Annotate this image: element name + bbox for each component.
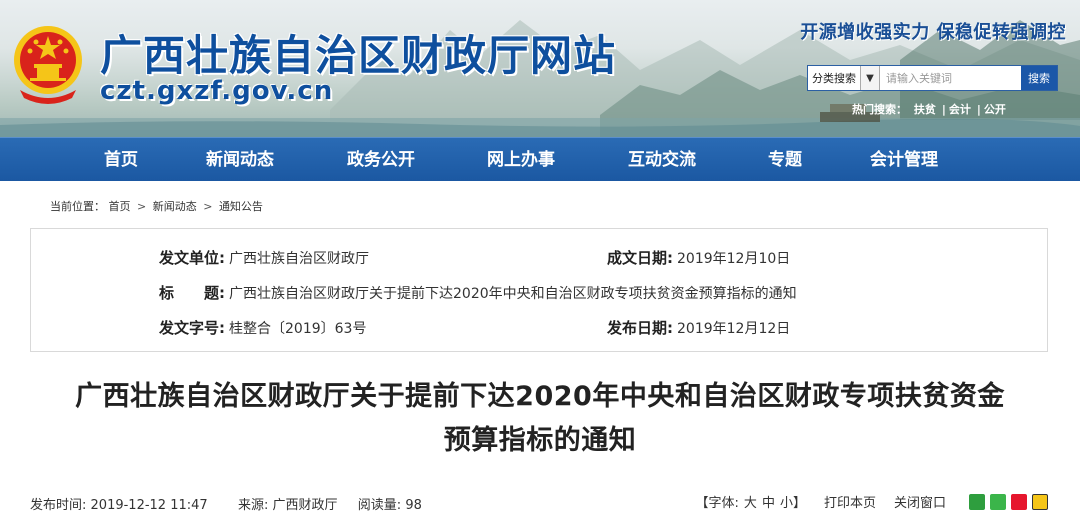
main-nav: 首页 新闻动态 政务公开 网上办事 互动交流 专题 会计管理 xyxy=(0,137,1080,181)
created-date-value: 2019年12月10日 xyxy=(677,251,791,267)
article-title-line: 预算指标的通知 xyxy=(443,425,637,456)
source-value: 广西财政厅 xyxy=(272,498,338,513)
title-value: 广西壮族自治区财政厅关于提前下达2020年中央和自治区财政专项扶贫资金预算指标的… xyxy=(229,286,797,302)
nav-item-news[interactable]: 新闻动态 xyxy=(206,138,274,182)
created-date-row: 成文日期: 2019年12月10日 xyxy=(607,247,790,268)
breadcrumb-separator: > xyxy=(137,200,147,213)
doc-number-value: 桂整合〔2019〕63号 xyxy=(229,321,367,337)
article-title-line: 广西壮族自治区财政厅关于提前下达2020年中央和自治区财政专项扶贫资金 xyxy=(75,381,1005,412)
weibo-icon[interactable] xyxy=(1011,493,1027,510)
search-box: 分类搜索 ▼ 搜索 xyxy=(807,65,1058,91)
published-date-row: 发布日期: 2019年12月12日 xyxy=(607,317,790,338)
share-icons xyxy=(964,493,1048,510)
chevron-down-icon[interactable]: ▼ xyxy=(860,66,880,90)
national-emblem-icon xyxy=(14,26,82,104)
breadcrumb: 当前位置： 首页 > 新闻动态 > 通知公告 xyxy=(50,198,263,214)
print-button[interactable]: 打印本页 xyxy=(824,492,876,511)
site-domain: czt.gxzf.gov.cn xyxy=(100,76,334,106)
nav-item-government-affairs[interactable]: 政务公开 xyxy=(347,138,415,182)
divider: | xyxy=(976,103,981,116)
article-tools: 【字体: 大 中 小】 打印本页 关闭窗口 xyxy=(696,492,1048,511)
nav-item-interaction[interactable]: 互动交流 xyxy=(628,138,696,182)
hot-search-item[interactable]: 会计 xyxy=(949,103,971,116)
created-date-label: 成文日期: xyxy=(607,249,673,267)
close-window-button[interactable]: 关闭窗口 xyxy=(894,492,946,511)
wechat-icon[interactable] xyxy=(990,493,1006,510)
breadcrumb-notices[interactable]: 通知公告 xyxy=(219,200,263,213)
issuer-value: 广西壮族自治区财政厅 xyxy=(229,251,369,267)
nav-item-accounting[interactable]: 会计管理 xyxy=(870,138,938,182)
qq-icon[interactable] xyxy=(1032,493,1048,510)
font-size-medium[interactable]: 中 xyxy=(762,492,775,511)
publish-time-label: 发布时间: xyxy=(30,498,87,513)
site-banner: 广西壮族自治区财政厅网站 czt.gxzf.gov.cn 开源增收强实力 保稳促… xyxy=(0,0,1080,137)
search-input[interactable] xyxy=(880,66,1021,90)
hot-search-label: 热门搜索： xyxy=(852,103,907,116)
slogan: 开源增收强实力 保稳促转强调控 xyxy=(800,22,1066,43)
hot-search: 热门搜索： 扶贫 | 会计 | 公开 xyxy=(852,101,1009,117)
site-title: 广西壮族自治区财政厅网站 xyxy=(100,31,617,80)
source-label: 来源: xyxy=(237,498,269,513)
breadcrumb-news[interactable]: 新闻动态 xyxy=(153,200,197,213)
published-date-label: 发布日期: xyxy=(607,319,673,337)
publish-time-value: 2019-12-12 11:47 xyxy=(90,498,208,513)
article-meta: 发布时间: 2019-12-12 11:47 来源: 广西财政厅 阅读量: 98 xyxy=(30,494,422,513)
search-button[interactable]: 搜索 xyxy=(1021,66,1057,90)
doc-number-label: 发文字号: xyxy=(159,319,225,337)
views-label: 阅读量: xyxy=(357,498,402,513)
breadcrumb-label: 当前位置： xyxy=(50,200,105,213)
nav-item-home[interactable]: 首页 xyxy=(104,138,138,182)
document-info-box: 发文单位: 广西壮族自治区财政厅 成文日期: 2019年12月10日 标 题: 广西壮… xyxy=(30,228,1048,352)
article-title: 广西壮族自治区财政厅关于提前下达2020年中央和自治区财政专项扶贫资金 预算指标… xyxy=(20,375,1060,463)
published-date-value: 2019年12月12日 xyxy=(677,321,791,337)
nav-item-online-services[interactable]: 网上办事 xyxy=(487,138,555,182)
font-size-label: 【字体: xyxy=(695,496,739,511)
nav-item-topics[interactable]: 专题 xyxy=(768,138,802,182)
hot-search-item[interactable]: 扶贫 xyxy=(914,103,936,116)
title-row: 标 题: 广西壮族自治区财政厅关于提前下达2020年中央和自治区财政专项扶贫资金预… xyxy=(159,282,797,303)
title-label: 标 题: xyxy=(159,284,225,302)
breadcrumb-separator: > xyxy=(203,200,213,213)
issuer-label: 发文单位: xyxy=(159,249,225,267)
divider: | xyxy=(941,103,946,116)
font-size-large[interactable]: 大 xyxy=(744,492,757,511)
doc-number-row: 发文字号: 桂整合〔2019〕63号 xyxy=(159,317,366,338)
share-icon[interactable] xyxy=(969,493,985,510)
hot-search-item[interactable]: 公开 xyxy=(984,103,1006,116)
breadcrumb-home[interactable]: 首页 xyxy=(109,200,131,213)
font-size-small[interactable]: 小】 xyxy=(780,492,806,511)
issuer-row: 发文单位: 广西壮族自治区财政厅 xyxy=(159,247,369,268)
views-value: 98 xyxy=(405,498,422,513)
search-category-label: 分类搜索 xyxy=(812,72,856,85)
